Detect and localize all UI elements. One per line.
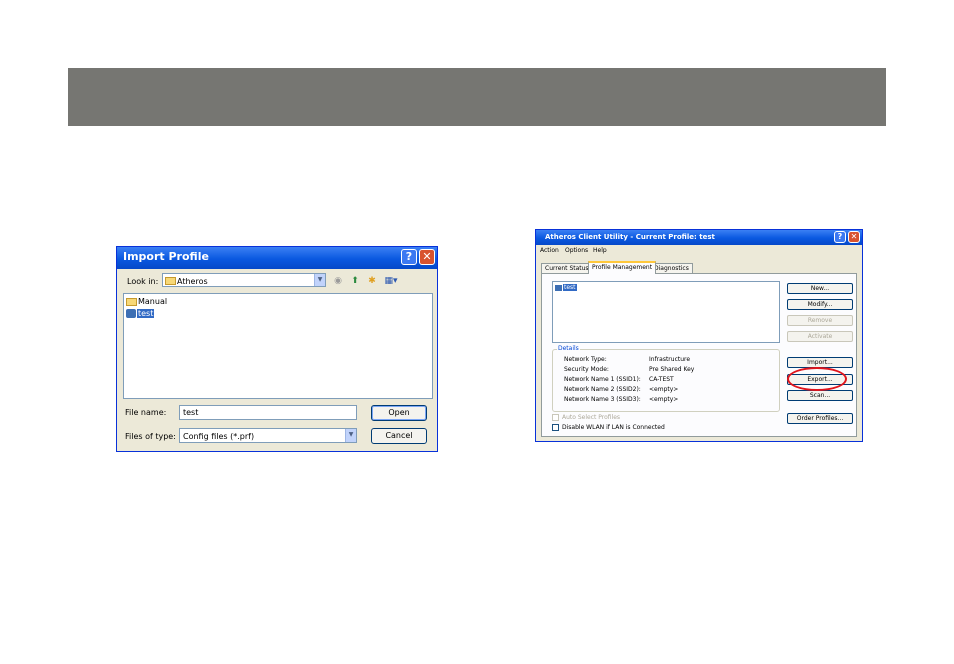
detail-label: Network Name 1 (SSID1): xyxy=(564,376,641,383)
back-icon[interactable]: ◉ xyxy=(333,276,343,286)
detail-label: Network Type: xyxy=(564,356,607,363)
file-list[interactable]: Manual test xyxy=(123,293,433,399)
auto-select-checkbox[interactable] xyxy=(552,414,559,421)
file-name-field[interactable]: test xyxy=(179,405,357,420)
disable-wlan-label: Disable WLAN if LAN is Connected xyxy=(562,424,665,431)
list-item-selected[interactable]: test xyxy=(563,284,577,291)
tab-profile-management[interactable]: Profile Management xyxy=(588,261,657,274)
scan-button[interactable]: Scan... xyxy=(787,390,853,401)
detail-value: Infrastructure xyxy=(649,356,691,363)
look-in-label: Look in: xyxy=(127,277,159,286)
tab-diagnostics[interactable]: Diagnostics xyxy=(650,263,693,273)
detail-label: Security Mode: xyxy=(564,366,609,373)
help-button[interactable]: ? xyxy=(834,231,846,243)
new-folder-icon[interactable]: ✱ xyxy=(367,276,377,286)
header-banner xyxy=(68,68,886,126)
chevron-down-icon[interactable]: ▼ xyxy=(345,429,356,442)
modify-button[interactable]: Modify... xyxy=(787,299,853,310)
activate-button[interactable]: Activate xyxy=(787,331,853,342)
export-highlight-circle xyxy=(787,367,847,391)
auto-select-label: Auto Select Profiles xyxy=(562,414,621,421)
details-group: Details Network Type: Infrastructure Sec… xyxy=(552,345,780,412)
chevron-down-icon[interactable]: ▼ xyxy=(314,274,325,286)
dialog-title: Import Profile xyxy=(123,250,209,263)
detail-value: <empty> xyxy=(649,396,679,403)
profile-icon xyxy=(555,285,562,291)
open-button[interactable]: Open xyxy=(371,405,427,421)
detail-value: Pre Shared Key xyxy=(649,366,695,373)
file-name-label: File name: xyxy=(125,408,167,417)
title-bar: Atheros Client Utility - Current Profile… xyxy=(536,230,862,245)
details-legend: Details xyxy=(557,345,580,352)
profile-list[interactable]: test xyxy=(552,281,780,343)
new-button[interactable]: New... xyxy=(787,283,853,294)
menu-action[interactable]: Action xyxy=(540,247,559,254)
cancel-button[interactable]: Cancel xyxy=(371,428,427,444)
file-type-label: Files of type: xyxy=(125,432,176,441)
help-button[interactable]: ? xyxy=(401,249,417,265)
window-title: Atheros Client Utility - Current Profile… xyxy=(545,233,715,241)
folder-icon xyxy=(126,298,137,306)
menu-options[interactable]: Options xyxy=(565,247,588,254)
disable-wlan-checkbox[interactable] xyxy=(552,424,559,431)
remove-button[interactable]: Remove xyxy=(787,315,853,326)
close-button[interactable]: ✕ xyxy=(419,249,435,265)
list-item[interactable]: Manual xyxy=(138,297,167,306)
look-in-dropdown[interactable]: Atheros ▼ xyxy=(162,273,326,287)
order-profiles-button[interactable]: Order Profiles... xyxy=(787,413,853,424)
import-profile-dialog: Import Profile ? ✕ Look in: Atheros ▼ ◉ … xyxy=(116,246,438,452)
folder-icon xyxy=(165,277,176,285)
list-item-selected[interactable]: test xyxy=(137,309,155,318)
file-type-value: Config files (*.prf) xyxy=(183,432,255,441)
view-menu-icon[interactable]: ▦▾ xyxy=(384,276,398,286)
detail-value: <empty> xyxy=(649,386,679,393)
profile-icon xyxy=(126,309,136,318)
detail-value: CA-TEST xyxy=(649,376,674,383)
menu-help[interactable]: Help xyxy=(593,247,607,254)
atheros-client-utility-window: Atheros Client Utility - Current Profile… xyxy=(535,229,863,442)
profile-management-panel: test New... Modify... Remove Activate De… xyxy=(541,273,857,437)
up-folder-icon[interactable]: ⬆ xyxy=(350,276,360,286)
detail-label: Network Name 3 (SSID3): xyxy=(564,396,641,403)
tab-current-status[interactable]: Current Status xyxy=(541,263,593,273)
close-button[interactable]: ✕ xyxy=(848,231,860,243)
detail-label: Network Name 2 (SSID2): xyxy=(564,386,641,393)
title-bar: Import Profile ? ✕ xyxy=(117,247,437,269)
look-in-value: Atheros xyxy=(177,277,208,286)
file-type-dropdown[interactable]: Config files (*.prf) ▼ xyxy=(179,428,357,443)
